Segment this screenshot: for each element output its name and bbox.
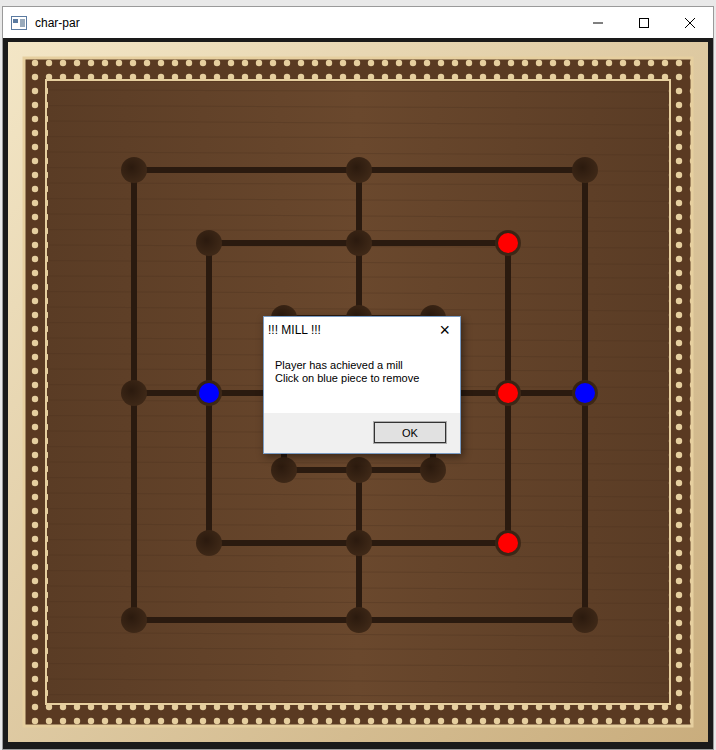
- close-button[interactable]: [667, 7, 713, 38]
- window-title: char-par: [35, 16, 575, 30]
- board-point[interactable]: [495, 230, 521, 256]
- minimize-icon: [593, 18, 603, 28]
- board-point[interactable]: [346, 457, 372, 483]
- mill-dialog: !!! MILL !!!×Player has achieved a millC…: [263, 316, 461, 454]
- maximize-icon: [639, 18, 649, 28]
- message-line: Click on blue piece to remove: [275, 372, 450, 385]
- dialog-close-button[interactable]: ×: [435, 321, 454, 339]
- board-point[interactable]: [346, 230, 372, 256]
- board-point[interactable]: [196, 230, 222, 256]
- message-line: Player has achieved a mill: [275, 359, 450, 372]
- dialog-message: Player has achieved a millClick on blue …: [264, 343, 460, 413]
- board-point[interactable]: [121, 157, 147, 183]
- board-point[interactable]: [420, 457, 446, 483]
- game-piece[interactable]: [199, 383, 219, 403]
- board-point[interactable]: [121, 607, 147, 633]
- board-point[interactable]: [572, 607, 598, 633]
- dialog-title: !!! MILL !!!: [268, 323, 435, 337]
- board-point[interactable]: [495, 380, 521, 406]
- board-point[interactable]: [271, 457, 297, 483]
- board-point[interactable]: [572, 157, 598, 183]
- maximize-button[interactable]: [621, 7, 667, 38]
- minimize-button[interactable]: [575, 7, 621, 38]
- title-bar: char-par: [3, 7, 713, 38]
- board-point[interactable]: [196, 530, 222, 556]
- game-piece[interactable]: [498, 233, 518, 253]
- board-point[interactable]: [572, 380, 598, 406]
- board-point[interactable]: [495, 530, 521, 556]
- game-piece[interactable]: [575, 383, 595, 403]
- game-piece[interactable]: [498, 533, 518, 553]
- dialog-footer: OK: [264, 413, 460, 453]
- app-icon: [11, 16, 27, 30]
- board-point[interactable]: [346, 157, 372, 183]
- board-point[interactable]: [346, 607, 372, 633]
- close-icon: [685, 18, 695, 28]
- board-point[interactable]: [121, 380, 147, 406]
- ok-button[interactable]: OK: [374, 422, 446, 443]
- game-piece[interactable]: [498, 383, 518, 403]
- board-point[interactable]: [196, 380, 222, 406]
- board-point[interactable]: [346, 530, 372, 556]
- dialog-title-bar: !!! MILL !!!×: [264, 317, 460, 343]
